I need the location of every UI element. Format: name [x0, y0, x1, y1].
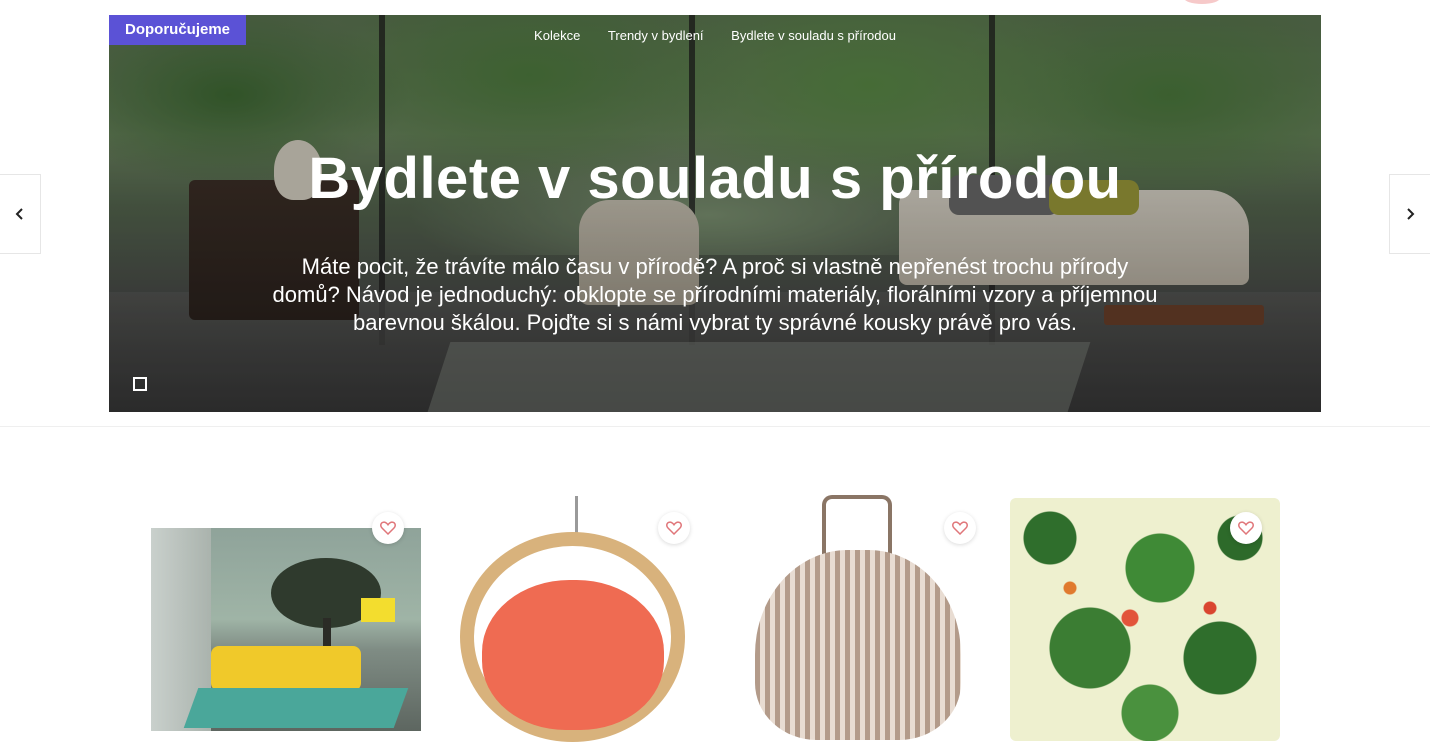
- product-image-chair-cushion[interactable]: [482, 580, 664, 730]
- image-rug: [183, 688, 409, 728]
- favorite-button[interactable]: [944, 512, 976, 544]
- favorite-button[interactable]: [1230, 512, 1262, 544]
- section-divider: [0, 426, 1430, 427]
- carousel-indicator[interactable]: [133, 377, 147, 391]
- hero-description: Máte pocit, že trávíte málo času v příro…: [272, 254, 1158, 335]
- heart-icon: [380, 521, 396, 535]
- heart-icon: [1238, 521, 1254, 535]
- carousel-prev-button[interactable]: [0, 174, 41, 254]
- hero-title: Bydlete v souladu s přírodou: [308, 146, 1122, 211]
- heart-icon: [666, 521, 682, 535]
- breadcrumb-item-current[interactable]: Bydlete v souladu s přírodou: [731, 28, 896, 43]
- breadcrumb-item-trends[interactable]: Trendy v bydlení: [608, 28, 704, 43]
- heart-icon: [952, 521, 968, 535]
- product-image-wallpaper[interactable]: [151, 528, 421, 731]
- breadcrumb-item-collections[interactable]: Kolekce: [534, 28, 580, 43]
- chevron-right-icon: [1407, 208, 1415, 220]
- product-image-lantern[interactable]: [755, 550, 961, 740]
- carousel-next-button[interactable]: [1389, 174, 1430, 254]
- breadcrumb: Kolekce Trendy v bydlení Bydlete v soula…: [109, 28, 1321, 43]
- image-lamp: [361, 598, 395, 622]
- top-accent-shape: [1184, 0, 1220, 4]
- hero-banner[interactable]: Doporučujeme Kolekce Trendy v bydlení By…: [109, 15, 1321, 412]
- favorite-button[interactable]: [372, 512, 404, 544]
- image-sofa: [211, 646, 361, 691]
- favorite-button[interactable]: [658, 512, 690, 544]
- product-image-lantern-handle: [822, 495, 892, 555]
- product-image-chair-rope: [575, 496, 578, 536]
- hero-overlay: [109, 15, 1321, 412]
- chevron-left-icon: [15, 208, 23, 220]
